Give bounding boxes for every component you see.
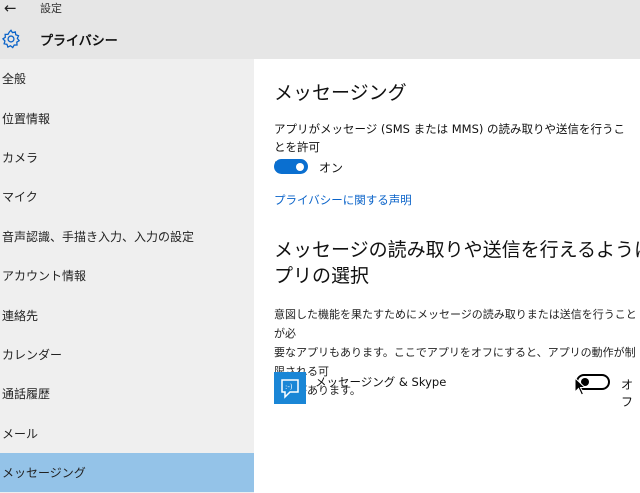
sidebar-item-call-history[interactable]: 通話履歴: [0, 374, 254, 413]
app-selection-title: メッセージの読み取りや送信を行えるようにするア プリの選択: [274, 237, 640, 289]
back-arrow-icon[interactable]: ←: [4, 0, 17, 17]
messaging-permission-toggle[interactable]: [274, 159, 308, 174]
sidebar-item-label: マイク: [2, 190, 38, 205]
sidebar-item-microphone[interactable]: マイク: [0, 177, 254, 216]
sidebar-item-speech[interactable]: 音声認識、手描き入力、入力の設定: [0, 217, 254, 256]
app-name: メッセージング & Skype: [315, 375, 447, 389]
sidebar-item-label: メッセージング: [2, 466, 86, 481]
main-panel: メッセージング アプリがメッセージ (SMS または MMS) の読み取りや送信…: [254, 59, 640, 493]
sidebar-item-label: 連絡先: [2, 308, 39, 323]
sidebar-item-label: 通話履歴: [2, 387, 51, 402]
sidebar-item-label: カメラ: [2, 150, 39, 165]
section-title: メッセージング: [274, 82, 407, 104]
header: プライバシー: [0, 22, 640, 59]
app-selection-title-line: メッセージの読み取りや送信を行えるようにするア: [274, 239, 640, 261]
sidebar-item-calendar[interactable]: カレンダー: [0, 335, 254, 374]
sidebar-item-label: 音声認識、手描き入力、入力の設定: [2, 229, 195, 244]
description-line: アプリがメッセージ (SMS または MMS) の読み取りや送信を行うことを許可: [274, 122, 626, 154]
app-toggle-state-label: オフ: [621, 378, 634, 409]
window-title: 設定: [40, 2, 62, 15]
sidebar-item-messaging[interactable]: メッセージング: [0, 453, 254, 493]
page-title: プライバシー: [40, 34, 118, 49]
sidebar-item-label: 全般: [2, 72, 27, 87]
gear-icon: [1, 29, 21, 49]
toggle-knob: [296, 162, 304, 171]
svg-text::-): :-): [285, 383, 293, 391]
sidebar-item-general[interactable]: 全般: [0, 59, 254, 98]
sidebar-item-location[interactable]: 位置情報: [0, 98, 254, 137]
description-line: 意図した機能を果たすためにメッセージの読み取りまたは送信を行うことが必: [274, 308, 637, 340]
title-bar: ← 設定: [0, 0, 640, 22]
toggle-state-label: オン: [319, 161, 344, 175]
sidebar-item-label: カレンダー: [2, 347, 63, 362]
sidebar-item-contacts[interactable]: 連絡先: [0, 295, 254, 334]
mouse-cursor-icon: [574, 377, 587, 396]
sidebar-item-account-info[interactable]: アカウント情報: [0, 256, 254, 295]
sidebar-item-label: メール: [2, 426, 39, 441]
privacy-statement-link[interactable]: プライバシーに関する声明: [274, 192, 412, 208]
app-selection-title-line: プリの選択: [274, 265, 370, 287]
sidebar-item-camera[interactable]: カメラ: [0, 138, 254, 177]
sidebar-item-label: 位置情報: [2, 111, 51, 126]
sidebar: 全般 位置情報 カメラ マイク 音声認識、手描き入力、入力の設定 アカウント情報…: [0, 59, 254, 493]
sidebar-item-label: アカウント情報: [2, 269, 87, 284]
chat-bubble-icon: :-): [281, 379, 299, 399]
sidebar-item-email[interactable]: メール: [0, 414, 254, 453]
messaging-skype-app-icon: :-): [274, 372, 306, 404]
